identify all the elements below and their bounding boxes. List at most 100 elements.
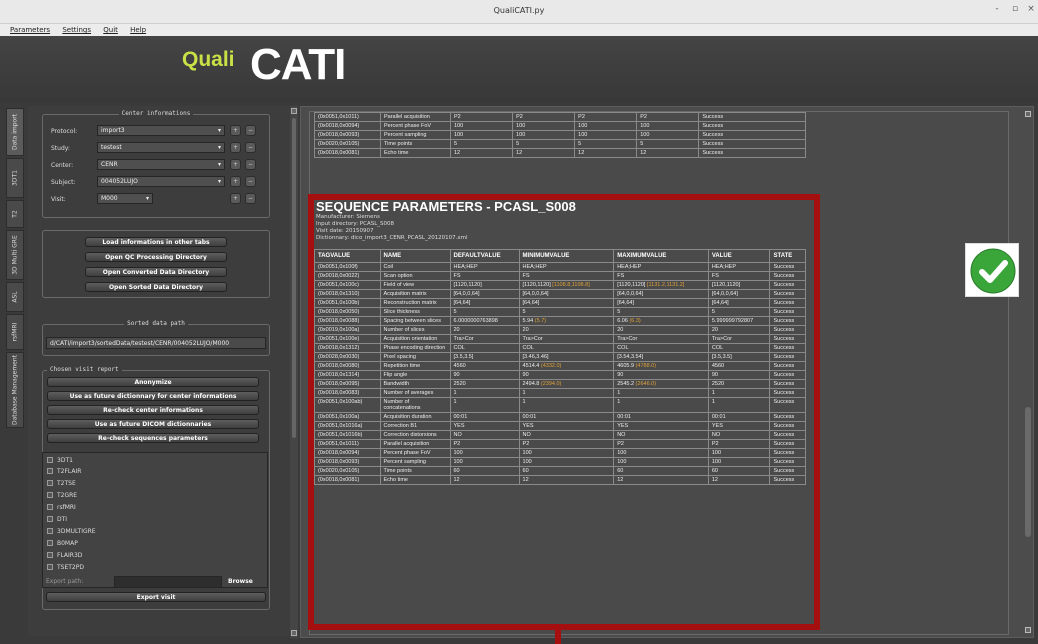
open-sorted-data-button[interactable]: Open Sorted Data Directory xyxy=(85,282,227,292)
menu-settings[interactable]: Settings xyxy=(62,24,91,36)
remove-icon[interactable]: − xyxy=(245,125,256,136)
grip-icon[interactable] xyxy=(1025,627,1031,633)
add-icon[interactable]: + xyxy=(230,142,241,153)
scroll-thumb[interactable] xyxy=(292,118,296,438)
checkbox[interactable] xyxy=(47,564,53,570)
sequence-label: T2TSE xyxy=(57,480,76,487)
browse-button[interactable]: Browse xyxy=(228,578,253,585)
remove-icon[interactable]: − xyxy=(245,159,256,170)
tab-rsfmri[interactable]: rsfMRI xyxy=(6,314,24,350)
list-item[interactable]: T2TSE xyxy=(47,480,76,490)
subject-label: Subject: xyxy=(51,179,76,186)
remove-icon[interactable]: − xyxy=(245,193,256,204)
actions-group: Load informations in other tabs Open QC … xyxy=(42,230,270,298)
add-icon[interactable]: + xyxy=(230,193,241,204)
subject-value: 004052LUJO xyxy=(101,178,138,185)
table-cell: 12 xyxy=(574,148,638,158)
close-icon[interactable]: × xyxy=(1024,4,1038,14)
protocol-combo[interactable]: import3 ▾ xyxy=(97,125,225,136)
list-item[interactable]: DTI xyxy=(47,516,67,526)
remove-icon[interactable]: − xyxy=(245,142,256,153)
protocol-value: import3 xyxy=(101,127,125,134)
table-cell: 12 xyxy=(449,148,514,158)
group-title: Sorted data path xyxy=(43,320,269,327)
table-cell: P2 xyxy=(512,112,576,122)
checkbox[interactable] xyxy=(47,540,53,546)
tab-asl[interactable]: ASL xyxy=(6,282,24,312)
tab-3dt1[interactable]: 3DT1 xyxy=(6,158,24,198)
load-informations-button[interactable]: Load informations in other tabs xyxy=(85,237,227,247)
tab-label: 3DT1 xyxy=(11,170,19,186)
report-scrollbar[interactable] xyxy=(1025,407,1031,537)
use-as-center-dictionnary-button[interactable]: Use as future dictionnary for center inf… xyxy=(47,391,259,401)
use-as-dicom-dictionnaries-button[interactable]: Use as future DICOM dictionnaries xyxy=(47,419,259,429)
logo-quali: Quali xyxy=(182,48,235,71)
tab-3d-multi-gre[interactable]: 3D Multi GRE xyxy=(6,230,24,280)
table-cell: P2 xyxy=(574,112,638,122)
anonymize-button[interactable]: Anonymize xyxy=(47,377,259,387)
list-item[interactable]: B0MAP xyxy=(47,540,78,550)
sorted-data-path-title: Sorted data path xyxy=(124,320,188,327)
add-icon[interactable]: + xyxy=(230,176,241,187)
add-icon[interactable]: + xyxy=(230,125,241,136)
checkbox[interactable] xyxy=(47,516,53,522)
list-item[interactable]: 3DT1 xyxy=(47,457,73,467)
list-item[interactable]: T2GRE xyxy=(47,492,77,502)
table-cell: Echo time xyxy=(380,148,451,158)
add-icon[interactable]: + xyxy=(230,159,241,170)
open-qc-processing-button[interactable]: Open QC Processing Directory xyxy=(85,252,227,262)
table-cell: Percent phase FoV xyxy=(380,121,451,131)
checkbox[interactable] xyxy=(47,457,53,463)
list-item[interactable]: TSET2PD xyxy=(47,564,84,574)
group-title: Chosen visit report xyxy=(43,366,269,373)
left-scrollbar[interactable] xyxy=(290,106,298,638)
table-cell: (0x0051,0x1011) xyxy=(314,112,381,122)
sequence-label: 3DMULTIGRE xyxy=(57,528,96,535)
tab-database-management[interactable]: Database Management xyxy=(6,352,24,428)
export-visit-button[interactable]: Export visit xyxy=(46,592,266,602)
tab-data-import[interactable]: Data import xyxy=(6,108,24,156)
sorted-data-path-field[interactable]: d/CATI/import3/sortedData/testest/CENR/0… xyxy=(46,337,266,349)
list-item[interactable]: 3DMULTIGRE xyxy=(47,528,96,538)
table-cell: Parallel acquisition xyxy=(380,112,451,122)
checkbox[interactable] xyxy=(47,480,53,486)
subject-combo[interactable]: 004052LUJO ▾ xyxy=(97,176,225,187)
sequence-label: T2GRE xyxy=(57,492,78,499)
table-cell: 5 xyxy=(512,139,576,149)
grip-icon[interactable] xyxy=(291,630,297,636)
previous-sequence-table: (0x0051,0x1011) Parallel acquisition P2 P2 P… xyxy=(314,112,806,158)
group-title: Center informations xyxy=(43,110,269,117)
grip-icon[interactable] xyxy=(1025,111,1031,117)
logo-cati: CATI xyxy=(250,40,346,89)
table-cell: Success xyxy=(698,130,806,140)
grip-icon[interactable] xyxy=(291,108,297,114)
list-item[interactable]: T2FLAIR xyxy=(47,468,81,478)
center-label: Center: xyxy=(51,162,74,169)
export-path-input[interactable] xyxy=(114,576,222,588)
checkbox[interactable] xyxy=(47,528,53,534)
checkbox[interactable] xyxy=(47,504,53,510)
remove-icon[interactable]: − xyxy=(245,176,256,187)
center-combo[interactable]: CENR ▾ xyxy=(97,159,225,170)
sequence-label: TSET2PD xyxy=(57,564,84,571)
study-combo[interactable]: testest ▾ xyxy=(97,142,225,153)
recheck-center-button[interactable]: Re-check center informations xyxy=(47,405,259,415)
visit-combo[interactable]: M000 ▾ xyxy=(97,193,153,204)
minimize-icon[interactable]: - xyxy=(990,4,1004,14)
tab-t2[interactable]: T2 xyxy=(6,200,24,228)
checkbox[interactable] xyxy=(47,468,53,474)
menu-parameters[interactable]: Parameters xyxy=(10,24,50,36)
list-item[interactable]: rsfMRI xyxy=(47,504,76,514)
table-row: (0x0051,0x1011) Parallel acquisition P2 P2 P… xyxy=(314,112,806,122)
maximize-icon[interactable]: ▫ xyxy=(1008,4,1022,14)
checkbox[interactable] xyxy=(47,552,53,558)
checkbox[interactable] xyxy=(47,492,53,498)
menu-help[interactable]: Help xyxy=(130,24,146,36)
table-cell: Success xyxy=(698,139,806,149)
menu-quit[interactable]: Quit xyxy=(103,24,118,36)
recheck-sequences-button[interactable]: Re-check sequences parameters xyxy=(47,433,259,443)
table-cell: 100 xyxy=(512,121,576,131)
open-converted-data-button[interactable]: Open Converted Data Directory xyxy=(85,267,227,277)
banner: Quali CATI xyxy=(0,36,1038,102)
list-item[interactable]: FLAIR3D xyxy=(47,552,82,562)
